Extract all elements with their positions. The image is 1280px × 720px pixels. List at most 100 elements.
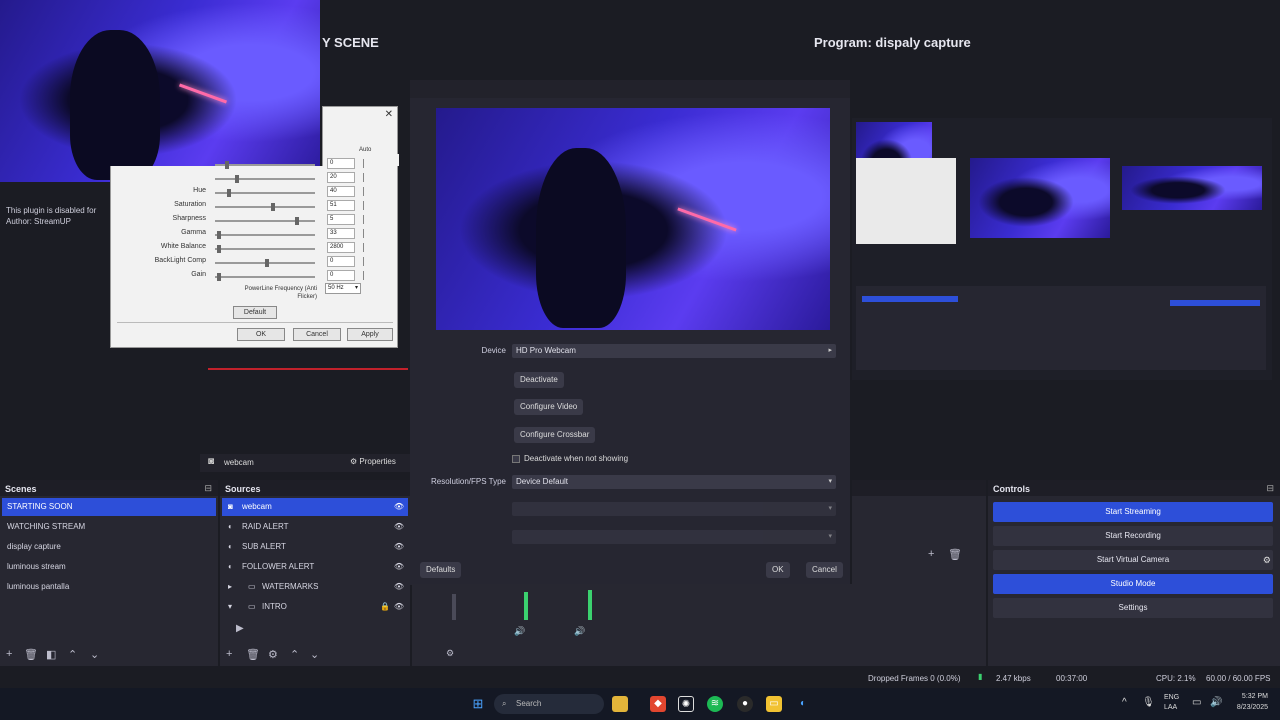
- gear-icon[interactable]: ⚙: [268, 648, 278, 661]
- play-icon[interactable]: ▶: [236, 623, 244, 634]
- property-value[interactable]: 40: [327, 186, 355, 197]
- slider-thumb[interactable]: [295, 217, 299, 225]
- auto-checkbox[interactable]: [363, 215, 369, 224]
- slider-thumb[interactable]: [271, 203, 275, 211]
- apply-button[interactable]: Apply: [347, 328, 393, 341]
- slider-thumb[interactable]: [217, 231, 221, 239]
- taskbar-search[interactable]: ⌕ Search: [494, 694, 604, 714]
- spotify-icon[interactable]: ≋: [707, 696, 723, 712]
- speaker-icon[interactable]: 🔊: [514, 626, 525, 637]
- start-streaming-button[interactable]: Start Streaming: [993, 502, 1273, 522]
- property-slider[interactable]: [215, 217, 315, 225]
- scene-item[interactable]: luminous stream: [2, 558, 216, 576]
- scene-item[interactable]: luminous pantalla: [2, 578, 216, 596]
- visibility-eye-icon[interactable]: 👁: [394, 498, 404, 516]
- visibility-eye-icon[interactable]: 👁: [394, 578, 404, 596]
- slider-thumb[interactable]: [217, 273, 221, 281]
- add-transition-icon[interactable]: +: [928, 548, 934, 560]
- slider-thumb[interactable]: [225, 161, 229, 169]
- property-slider[interactable]: [215, 203, 315, 211]
- property-value[interactable]: 0: [327, 270, 355, 281]
- scene-item[interactable]: WATCHING STREAM: [2, 518, 216, 536]
- auto-checkbox[interactable]: [363, 173, 369, 182]
- file-explorer-icon[interactable]: ▭: [766, 696, 782, 712]
- lock-icon[interactable]: 🔒: [380, 598, 390, 616]
- auto-checkbox[interactable]: [363, 243, 369, 252]
- ok-button[interactable]: OK: [237, 328, 285, 341]
- configure-video-button[interactable]: Configure Video: [514, 399, 584, 415]
- visibility-eye-icon[interactable]: 👁: [394, 598, 404, 616]
- slider-thumb[interactable]: [265, 259, 269, 267]
- add-source-icon[interactable]: +: [226, 648, 232, 660]
- property-value[interactable]: 2800: [327, 242, 355, 253]
- visibility-eye-icon[interactable]: 👁: [394, 518, 404, 536]
- start-virtual-camera-button[interactable]: Start Virtual Camera: [993, 550, 1273, 570]
- brave-icon[interactable]: ◆: [650, 696, 666, 712]
- ok-button[interactable]: OK: [766, 562, 790, 578]
- virtual-camera-settings-icon[interactable]: ⚙: [1263, 555, 1271, 566]
- property-slider[interactable]: [215, 189, 315, 197]
- tray-chevron-icon[interactable]: ^: [1122, 697, 1127, 708]
- studio-mode-button[interactable]: Studio Mode: [993, 574, 1273, 594]
- chevron-down-icon[interactable]: ▾: [228, 598, 232, 616]
- property-slider[interactable]: [215, 161, 315, 169]
- property-value[interactable]: 33: [327, 228, 355, 239]
- scene-filter-icon[interactable]: ◧: [46, 648, 56, 661]
- slider-thumb[interactable]: [227, 189, 231, 197]
- add-scene-icon[interactable]: +: [6, 648, 12, 660]
- move-up-icon[interactable]: ⌃: [68, 648, 77, 661]
- chevron-right-icon[interactable]: ▸: [228, 578, 232, 596]
- resolution-select[interactable]: ▾: [512, 502, 836, 516]
- remove-transition-icon[interactable]: 🗑: [948, 548, 962, 561]
- start-recording-button[interactable]: Start Recording: [993, 526, 1273, 546]
- properties-button[interactable]: ⚙ Properties: [350, 457, 396, 466]
- restype-select[interactable]: Device Default ▾: [512, 475, 836, 489]
- source-item[interactable]: ◐ FOLLOWER ALERT 👁: [222, 558, 408, 576]
- cancel-button[interactable]: Cancel: [293, 328, 341, 341]
- property-slider[interactable]: [215, 259, 315, 267]
- auto-checkbox[interactable]: [363, 201, 369, 210]
- dock-float-icon[interactable]: ⊟: [1266, 483, 1274, 494]
- move-down-icon[interactable]: ⌄: [310, 648, 319, 661]
- audio-advanced-icon[interactable]: ⚙: [446, 648, 454, 659]
- folder-app-icon[interactable]: [612, 696, 628, 712]
- property-value[interactable]: 0: [327, 256, 355, 267]
- source-item[interactable]: ▾ ▭ INTRO 👁 🔒: [222, 598, 408, 616]
- windows-start-icon[interactable]: ⊞: [470, 696, 486, 712]
- scene-item[interactable]: STARTING SOON: [2, 498, 216, 516]
- property-slider[interactable]: [215, 245, 315, 253]
- auto-checkbox[interactable]: [363, 271, 369, 280]
- obs-icon[interactable]: ●: [737, 696, 753, 712]
- property-value[interactable]: 20: [327, 172, 355, 183]
- close-icon[interactable]: ✕: [385, 109, 393, 120]
- remove-scene-icon[interactable]: 🗑: [24, 648, 38, 661]
- deactivate-button[interactable]: Deactivate: [514, 372, 564, 388]
- speaker-icon[interactable]: 🔊: [574, 626, 585, 637]
- slider-thumb[interactable]: [217, 245, 221, 253]
- app-icon[interactable]: ◐: [795, 696, 811, 712]
- auto-checkbox[interactable]: [363, 229, 369, 238]
- source-item[interactable]: ◙ webcam 👁: [222, 498, 408, 516]
- auto-checkbox[interactable]: [363, 159, 369, 168]
- source-item[interactable]: ▸ ▭ WATERMARKS 👁: [222, 578, 408, 596]
- source-item[interactable]: ◐ SUB ALERT 👁: [222, 538, 408, 556]
- scene-item[interactable]: display capture: [2, 538, 216, 556]
- deactivate-checkbox[interactable]: [512, 455, 520, 463]
- slider-thumb[interactable]: [235, 175, 239, 183]
- property-slider[interactable]: [215, 175, 315, 183]
- settings-button[interactable]: Settings: [993, 598, 1273, 618]
- source-item[interactable]: ◐ RAID ALERT 👁: [222, 518, 408, 536]
- property-value[interactable]: 51: [327, 200, 355, 211]
- move-up-icon[interactable]: ⌃: [290, 648, 299, 661]
- auto-checkbox[interactable]: [363, 257, 369, 266]
- defaults-button[interactable]: Defaults: [420, 562, 462, 578]
- default-button[interactable]: Default: [233, 306, 277, 319]
- auto-checkbox[interactable]: [363, 187, 369, 196]
- property-slider[interactable]: [215, 273, 315, 281]
- configure-crossbar-button[interactable]: Configure Crossbar: [514, 427, 596, 443]
- property-value[interactable]: 0: [327, 158, 355, 169]
- fps-select[interactable]: ▾: [512, 530, 836, 544]
- remove-source-icon[interactable]: 🗑: [246, 648, 260, 661]
- move-down-icon[interactable]: ⌄: [90, 648, 99, 661]
- clock-time[interactable]: 5:32 PM: [1232, 693, 1268, 700]
